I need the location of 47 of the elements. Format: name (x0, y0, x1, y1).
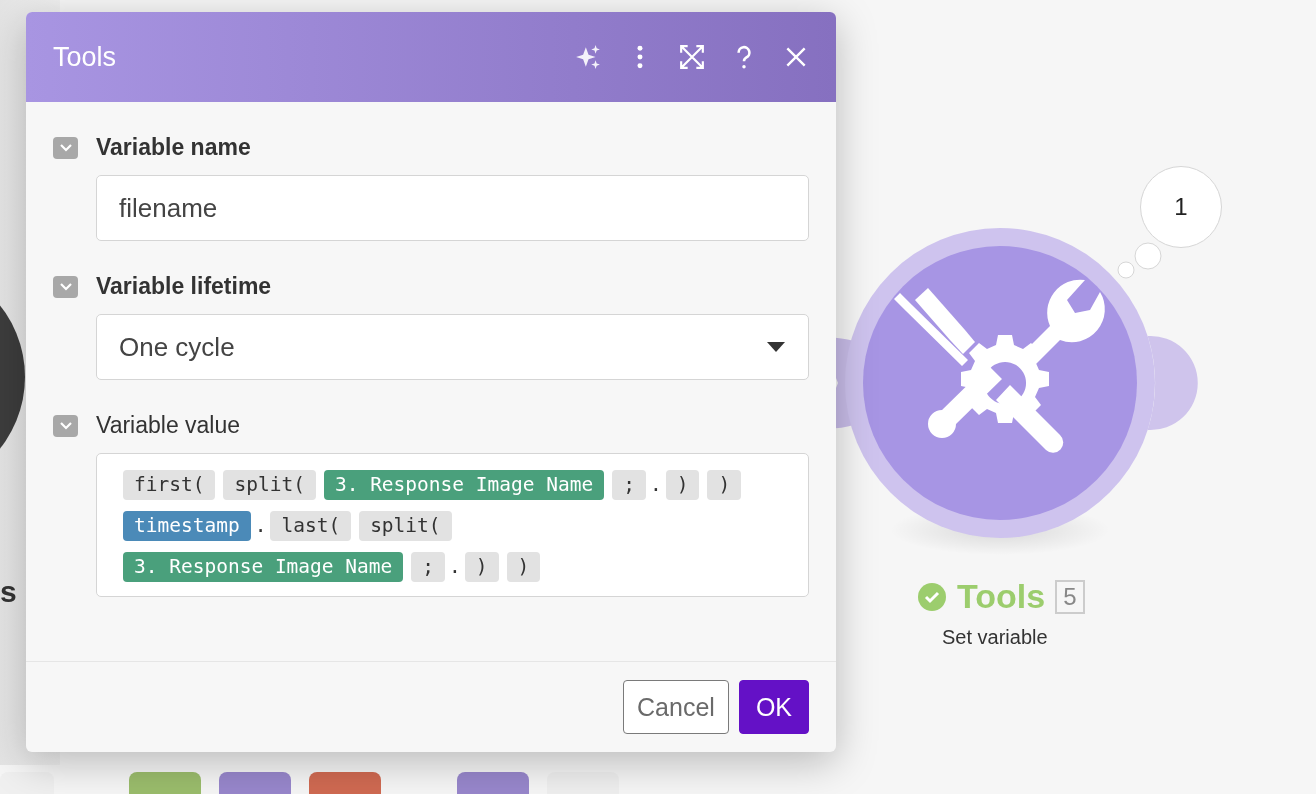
formula-field[interactable]: first( split( 3. Response Image Name ; . ) ) timestamp . last( split( 3. Response Image Name ; . ) ) (96, 453, 809, 597)
dialog-title: Tools (53, 41, 118, 73)
function-token: ) (464, 552, 499, 582)
field-label: Variable name (96, 134, 251, 161)
thought-bubble-icon (1117, 242, 1162, 279)
operation-count-bubble: 1 (1140, 166, 1222, 248)
function-token: split( (359, 511, 452, 541)
field-label: Variable lifetime (96, 273, 272, 300)
collapse-toggle[interactable] (53, 136, 78, 159)
function-token: ; (411, 552, 446, 582)
function-token: first( (123, 470, 216, 500)
function-token: ) (506, 552, 541, 582)
cancel-button[interactable]: Cancel (623, 680, 729, 734)
sparkle-icon[interactable] (575, 44, 601, 70)
module-label: s (0, 575, 17, 609)
mapped-item-token: 3. Response Image Name (323, 470, 605, 500)
toolbar-tile[interactable] (129, 772, 201, 794)
caret-icon (766, 341, 786, 353)
collapse-toggle[interactable] (53, 275, 78, 298)
success-icon (917, 581, 947, 612)
function-token: ; (612, 470, 646, 500)
toolbar-tile[interactable] (309, 772, 381, 794)
tools-icon (894, 279, 1105, 453)
chevron-icon (58, 281, 73, 292)
toolbar-tile[interactable] (219, 772, 291, 794)
dot-separator: . (649, 472, 662, 498)
dropdown[interactable]: One cycle (96, 314, 809, 380)
expand-icon[interactable] (679, 44, 705, 70)
function-token: ) (707, 470, 742, 500)
function-token: ) (665, 470, 700, 500)
variable-token: timestamp (123, 511, 251, 541)
module-title: Tools (957, 577, 1046, 616)
field-label: Variable value (96, 412, 241, 439)
dot-separator: . (449, 554, 461, 580)
input-field[interactable]: filename (96, 175, 809, 241)
ok-button[interactable]: OK (738, 680, 809, 734)
output-handle[interactable] (1147, 336, 1198, 430)
chevron-icon (58, 420, 73, 431)
collapse-toggle[interactable] (53, 414, 78, 437)
module-subtitle: Set variable (942, 626, 1048, 649)
mapped-item-token: 3. Response Image Name (123, 552, 404, 582)
module-number: 5 (1055, 579, 1085, 614)
function-token: split( (223, 470, 316, 500)
toolbar-tile[interactable] (457, 772, 529, 794)
dot-separator: . (254, 513, 267, 539)
chevron-icon (58, 142, 73, 153)
function-token: last( (270, 511, 352, 541)
